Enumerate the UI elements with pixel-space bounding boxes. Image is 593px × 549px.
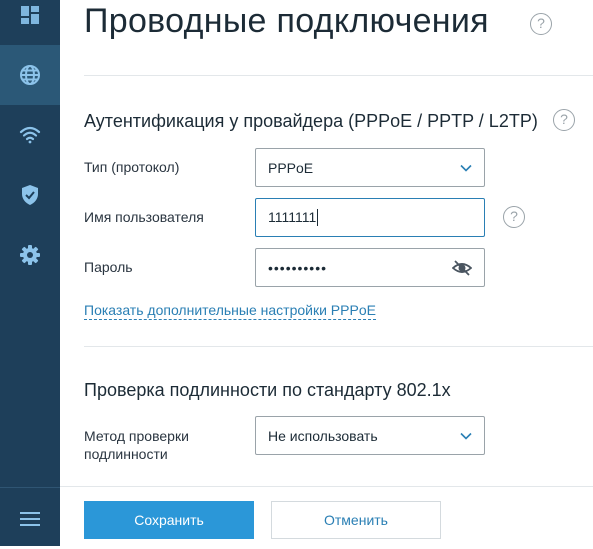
sidebar-divider [0, 487, 60, 488]
wifi-icon [19, 126, 41, 144]
hamburger-menu-icon [20, 512, 40, 526]
protocol-value: PPPoE [268, 159, 314, 176]
username-label: Имя пользователя [84, 209, 204, 225]
dot1x-section-title: Проверка подлинности по стандарту 802.1x [84, 380, 451, 400]
auth-method-label-line1: Метод проверки [84, 428, 189, 444]
password-label: Пароль [84, 259, 133, 275]
show-more-pppoe-link[interactable]: Показать дополнительные настройки PPPoE [84, 302, 376, 320]
sidebar [0, 0, 60, 546]
username-value: 1111111 [268, 208, 317, 225]
chevron-down-icon [460, 432, 472, 440]
shield-icon [22, 185, 38, 205]
action-bar: Сохранить Отменить [60, 486, 593, 546]
main-content: Проводные подключения ? Аутентификация у… [60, 0, 593, 546]
text-caret [317, 209, 319, 227]
auth-method-value: Не использовать [268, 427, 378, 444]
sidebar-item-security[interactable] [0, 165, 60, 225]
middle-divider [84, 346, 593, 347]
chevron-down-icon [460, 164, 472, 172]
auth-method-label-line2: подлинности [84, 446, 168, 462]
cancel-button[interactable]: Отменить [271, 501, 441, 539]
sidebar-item-internet[interactable] [0, 45, 60, 105]
dashboard-icon [21, 6, 39, 24]
auth-help-icon[interactable]: ? [553, 109, 575, 131]
save-button[interactable]: Сохранить [84, 501, 254, 539]
sidebar-item-wifi[interactable] [0, 105, 60, 165]
protocol-label: Тип (протокол) [84, 159, 180, 175]
globe-icon [20, 65, 40, 85]
sidebar-menu-toggle[interactable] [0, 489, 60, 549]
auth-method-select[interactable]: Не использовать [255, 416, 485, 455]
page-help-icon[interactable]: ? [530, 13, 552, 35]
password-input[interactable]: •••••••••• [255, 248, 485, 287]
eye-off-icon[interactable] [452, 259, 472, 276]
protocol-select[interactable]: PPPoE [255, 148, 485, 187]
page-title: Проводные подключения [84, 2, 489, 40]
sidebar-item-dashboard[interactable] [0, 0, 60, 45]
password-value: •••••••••• [268, 259, 328, 276]
top-divider [84, 75, 593, 76]
sidebar-item-settings[interactable] [0, 225, 60, 285]
username-input[interactable]: 1111111 [255, 198, 485, 237]
auth-section-title: Аутентификация у провайдера (PPPoE / PPT… [84, 111, 538, 131]
gear-icon [20, 245, 40, 265]
username-help-icon[interactable]: ? [503, 206, 525, 228]
auth-method-label: Метод проверки подлинности [84, 427, 189, 463]
